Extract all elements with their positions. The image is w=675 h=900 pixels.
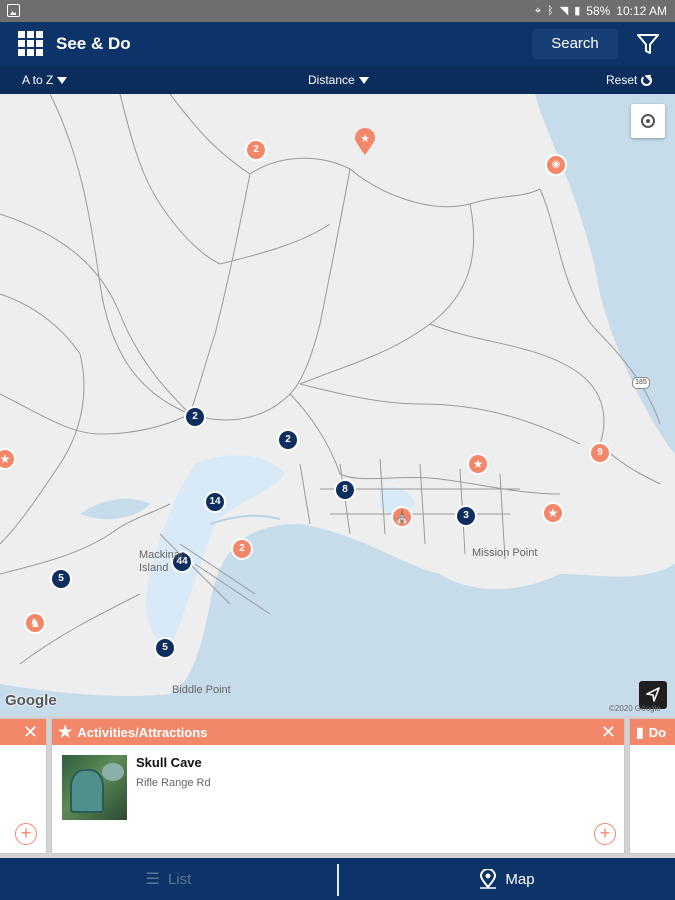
wifi-icon: ◥ (559, 5, 569, 17)
star-poi-icon[interactable]: ★ (467, 453, 489, 475)
map-cluster-marker[interactable]: 3 (455, 505, 477, 527)
tab-list[interactable]: ☰ List (0, 858, 337, 900)
place-label-mission-point: Mission Point (472, 547, 538, 559)
map-cluster-marker[interactable]: 2 (184, 406, 206, 428)
card-subtitle: Rifle Range Rd (136, 777, 211, 789)
sort-bar: A to Z Distance Reset (0, 66, 675, 94)
bluetooth-icon: ᛒ (547, 5, 554, 17)
list-icon: ☰ (145, 871, 160, 888)
battery-icon: ▮ (574, 5, 581, 17)
menu-grid-icon[interactable] (18, 31, 43, 56)
page-title: See & Do (56, 34, 131, 53)
gallery-notification-icon (7, 4, 20, 17)
camera-poi-icon[interactable]: ◉ (545, 154, 567, 176)
place-label-biddle-point: Biddle Point (172, 684, 231, 696)
card-header: ★ Activities/Attractions ✕ (52, 719, 624, 745)
map-cluster-marker[interactable]: 8 (334, 479, 356, 501)
card-header: ✕ (0, 719, 46, 745)
road-shield: 185 (632, 377, 650, 389)
star-pin-icon[interactable]: ★ (354, 128, 376, 156)
sort-distance-dropdown[interactable]: Distance (308, 73, 369, 87)
add-icon[interactable]: + (594, 823, 616, 845)
map-base (0, 94, 675, 696)
church-poi-icon[interactable]: ⛪ (391, 506, 413, 528)
card-category: Do (648, 724, 667, 740)
battery-percent: 58% (586, 4, 611, 18)
search-button[interactable]: Search (532, 29, 618, 59)
sort-az-label: A to Z (22, 73, 54, 87)
map-cluster-marker[interactable]: 2 (277, 429, 299, 451)
map-cluster-marker[interactable]: 14 (204, 491, 226, 513)
map-cluster-marker[interactable]: 2 (231, 538, 253, 560)
tab-map[interactable]: Map (339, 858, 675, 900)
sort-az-dropdown[interactable]: A to Z (22, 73, 68, 87)
tab-map-label: Map (505, 870, 535, 888)
status-bar: ⌖ ᛒ ◥ ▮ 58% 10:12 AM (0, 0, 675, 22)
svg-text:★: ★ (360, 132, 370, 145)
card-thumbnail[interactable] (62, 755, 127, 820)
map-cluster-marker[interactable]: 5 (154, 637, 176, 659)
refresh-icon (641, 74, 653, 86)
result-card[interactable]: ★ Activities/Attractions ✕ Skull Cave Ri… (51, 718, 625, 854)
reset-label: Reset (606, 73, 638, 87)
star-icon: ★ (58, 724, 73, 741)
result-cards-carousel[interactable]: ✕ + ★ Activities/Attractions ✕ Skull Cav… (0, 716, 675, 858)
sort-distance-label: Distance (308, 73, 355, 87)
place-label-mackinac-island: Mackinac Island (139, 549, 186, 574)
chevron-down-icon (358, 76, 369, 84)
bottom-tab-bar: ☰ List Map (0, 858, 675, 900)
app-bar: See & Do Search (0, 22, 675, 66)
google-logo: Google (5, 692, 57, 709)
card-header: ▮ Do (630, 719, 675, 745)
close-icon[interactable]: ✕ (601, 722, 616, 743)
result-card-previous[interactable]: ✕ + (0, 718, 47, 854)
crosshair-dot (646, 119, 650, 123)
add-icon[interactable]: + (15, 823, 37, 845)
my-location-button[interactable] (631, 104, 665, 138)
clock: 10:12 AM (616, 4, 667, 18)
card-category: Activities/Attractions (77, 724, 208, 740)
horse-poi-icon[interactable]: ♞ (24, 612, 46, 634)
map-cluster-marker[interactable]: 9 (589, 442, 611, 464)
map-view[interactable]: 2 2 2 14 8 3 2 44 5 5 9 ★ ◉ ★ ★ ⛪ ★ ♞ 18… (0, 94, 675, 716)
star-poi-icon[interactable]: ★ (542, 502, 564, 524)
filter-icon[interactable] (636, 32, 660, 56)
reset-button[interactable]: Reset (606, 73, 653, 87)
building-icon: ▮ (636, 723, 644, 740)
map-cluster-marker[interactable]: 2 (245, 139, 267, 161)
tab-list-label: List (168, 870, 192, 888)
map-pin-icon (480, 869, 497, 889)
card-title[interactable]: Skull Cave (136, 755, 202, 770)
location-icon: ⌖ (534, 5, 542, 17)
map-copyright: ©2020 Google (609, 704, 661, 713)
close-icon[interactable]: ✕ (23, 722, 38, 743)
map-cluster-marker[interactable]: 5 (50, 568, 72, 590)
chevron-down-icon (57, 76, 68, 84)
result-card-next[interactable]: ▮ Do (629, 718, 675, 854)
